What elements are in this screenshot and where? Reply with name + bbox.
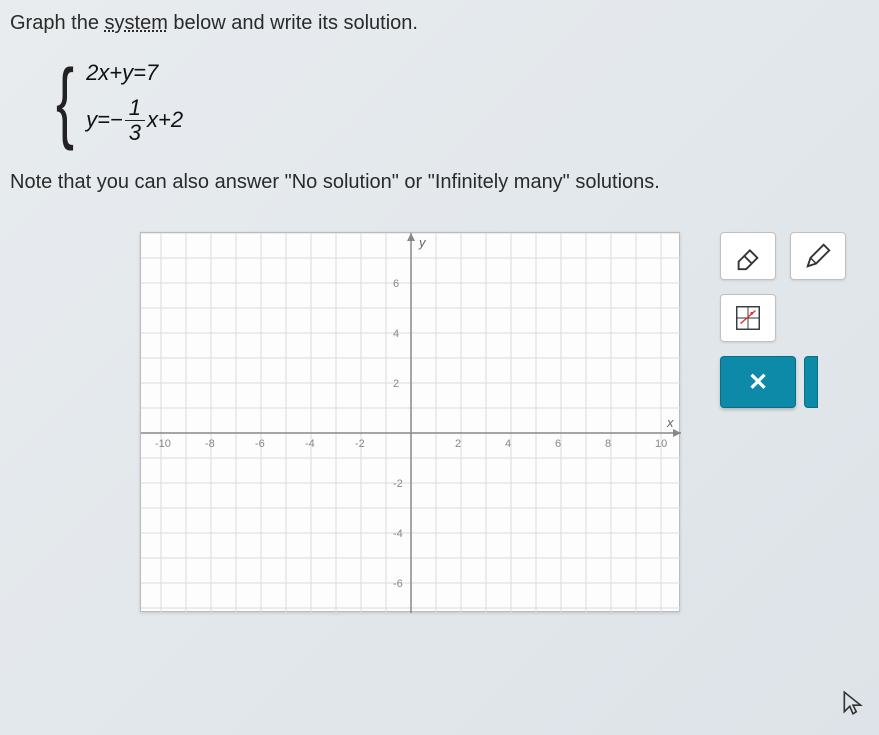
svg-text:10: 10 (655, 438, 667, 450)
pencil-button[interactable] (790, 232, 846, 280)
prompt-term[interactable]: system (105, 12, 168, 34)
svg-text:-6: -6 (255, 438, 265, 450)
svg-text:-6: -6 (393, 578, 403, 590)
pencil-icon (803, 241, 833, 271)
no-solution-button[interactable]: ✕ (720, 356, 796, 408)
eq2-lhs: y=− (86, 107, 123, 133)
system-brace: { (56, 57, 74, 147)
graph-tool-button[interactable] (720, 294, 776, 342)
svg-text:2: 2 (455, 438, 461, 450)
tool-panel: ✕ (720, 232, 870, 422)
equation-2: y=− 1 3 x+2 (86, 96, 183, 143)
svg-text:-8: -8 (205, 438, 215, 450)
graph-canvas[interactable]: y x -10 -8 -6 -4 -2 2 4 6 8 10 6 4 2 -2 -4 -6 (140, 232, 680, 612)
svg-text:-4: -4 (393, 528, 403, 540)
svg-text:6: 6 (555, 438, 561, 450)
svg-text:-10: -10 (155, 438, 171, 450)
svg-text:4: 4 (393, 328, 399, 340)
eq2-fraction: 1 3 (125, 96, 145, 143)
svg-text:-2: -2 (393, 478, 403, 490)
equation-system: { 2x+y=7 y=− 1 3 x+2 (50, 57, 879, 147)
x-label: ✕ (748, 368, 768, 397)
eq2-rhs: x+2 (147, 107, 183, 133)
svg-text:4: 4 (505, 438, 511, 450)
eq2-numerator: 1 (125, 96, 145, 120)
prompt-post: below and write its solution. (168, 12, 418, 34)
eraser-icon (733, 241, 763, 271)
svg-text:-2: -2 (355, 438, 365, 450)
svg-text:y: y (418, 235, 427, 250)
prompt-pre: Graph the (10, 12, 105, 34)
svg-text:-4: -4 (305, 438, 315, 450)
svg-text:8: 8 (605, 438, 611, 450)
secondary-button-edge[interactable] (804, 356, 818, 408)
graph-tool-icon (733, 303, 763, 333)
svg-text:2: 2 (393, 378, 399, 390)
svg-text:x: x (666, 415, 674, 430)
eraser-button[interactable] (720, 232, 776, 280)
svg-text:6: 6 (393, 278, 399, 290)
eq2-denominator: 3 (125, 121, 145, 144)
answer-note: Note that you can also answer "No soluti… (0, 165, 879, 204)
cursor-icon (840, 690, 866, 723)
equation-1: 2x+y=7 (86, 60, 183, 86)
question-prompt: Graph the system below and write its sol… (0, 0, 879, 39)
